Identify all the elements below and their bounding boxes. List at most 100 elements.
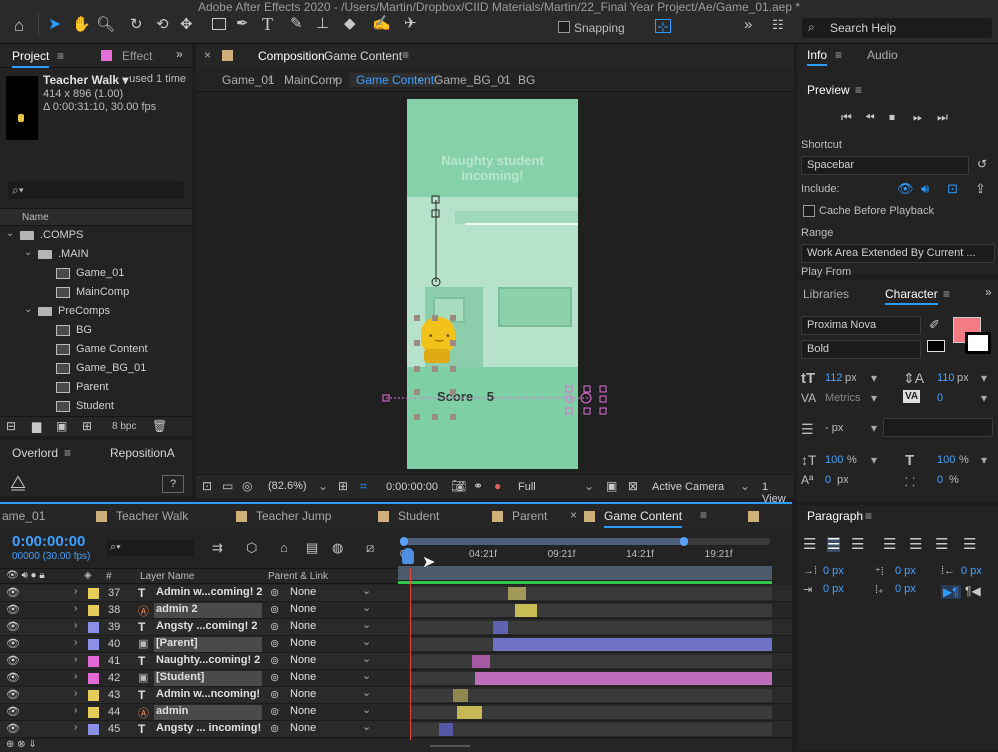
- stroke-style-dropdown[interactable]: [883, 418, 993, 437]
- layer-duration-bar[interactable]: [493, 621, 508, 634]
- parent-dropdown[interactable]: None ⌄: [290, 670, 374, 686]
- timeline-tab[interactable]: Teacher Walk: [96, 504, 206, 528]
- time-navigator[interactable]: [400, 537, 770, 546]
- chevron-right-icon[interactable]: ›: [74, 637, 77, 648]
- chevron-right-icon[interactable]: ›: [74, 705, 77, 716]
- justify-center-icon[interactable]: ☰: [909, 537, 922, 552]
- project-tree-item[interactable]: Student: [0, 397, 174, 416]
- kerning-value[interactable]: Metrics: [825, 392, 860, 404]
- chevron-down-icon[interactable]: ▾: [981, 391, 987, 405]
- include-video-icon[interactable]: 👁︎: [897, 182, 914, 195]
- align-center-icon[interactable]: ☰: [827, 537, 841, 552]
- layer-duration-bar[interactable]: [507, 587, 526, 600]
- horizontal-scale-value[interactable]: 100: [937, 454, 955, 466]
- frame-blending-icon[interactable]: ▤: [306, 541, 318, 554]
- last-frame-icon[interactable]: ⏭: [937, 111, 948, 123]
- project-tree-item[interactable]: MainComp: [0, 283, 174, 302]
- pickwhip-icon[interactable]: ⊚: [270, 620, 279, 633]
- timeline-timecode[interactable]: 0:00:00:00: [12, 533, 85, 550]
- timeline-layer-row[interactable]: 👁︎ › 42 ▣ [Student] ⊚ None ⌄: [0, 670, 792, 687]
- eye-icon[interactable]: 👁︎: [6, 671, 20, 684]
- stroke-color-swatch[interactable]: [965, 332, 991, 354]
- parent-dropdown[interactable]: None ⌄: [290, 602, 374, 618]
- layer-name[interactable]: Admin w...ncoming!: [154, 688, 262, 703]
- search-help-field[interactable]: ⌕ Search Help: [802, 18, 992, 38]
- layer-name[interactable]: admin 2: [154, 603, 262, 618]
- layer-duration-bar[interactable]: [471, 655, 490, 668]
- parent-dropdown[interactable]: None ⌄: [290, 653, 374, 669]
- help-button[interactable]: ?: [162, 475, 184, 493]
- type-tool-icon[interactable]: T: [262, 15, 273, 33]
- next-frame-icon[interactable]: ⏩︎: [913, 111, 923, 123]
- layer-track[interactable]: [410, 689, 772, 702]
- chevron-down-icon[interactable]: ⌄: [6, 228, 14, 239]
- mask-visibility-icon[interactable]: ⌗: [360, 480, 367, 492]
- selection-tool-icon[interactable]: ➤: [48, 17, 61, 33]
- eye-icon[interactable]: 👁︎: [6, 637, 20, 650]
- layer-name[interactable]: Naughty...coming! 2: [154, 654, 262, 669]
- time-ruler[interactable]: 0f04:21f09:21f14:21f19:21f ➤: [398, 534, 772, 586]
- reset-icon[interactable]: ↺: [977, 158, 987, 170]
- font-family-dropdown[interactable]: Proxima Nova: [801, 316, 921, 335]
- layer-name[interactable]: Admin w...coming! 2: [154, 586, 262, 601]
- clone-stamp-icon[interactable]: ⊥: [316, 16, 329, 31]
- export-icon[interactable]: ⇪: [975, 182, 986, 195]
- align-right-icon[interactable]: ☰: [851, 537, 864, 552]
- space-after-value[interactable]: 0 px: [895, 583, 916, 595]
- eyedropper-icon[interactable]: ✐: [929, 318, 940, 331]
- camera-snapshot-icon[interactable]: 📷︎: [451, 480, 466, 492]
- vertical-scale-value[interactable]: 100: [825, 454, 843, 466]
- space-before-value[interactable]: 0 px: [895, 565, 916, 577]
- close-icon[interactable]: ×: [570, 508, 577, 522]
- project-search-input[interactable]: ⌕▾: [8, 181, 184, 199]
- new-comp-icon[interactable]: ▣: [56, 420, 67, 432]
- composition-flowchart-icon[interactable]: ⇉: [212, 541, 223, 554]
- indent-left-value[interactable]: 0 px: [823, 565, 844, 577]
- tab-project[interactable]: Project: [12, 49, 50, 68]
- parent-dropdown[interactable]: None ⌄: [290, 704, 374, 720]
- layer-track[interactable]: [410, 723, 772, 736]
- timeline-layer-row[interactable]: 👁︎ › 38 Ⓐadmin 2 ⊚ None ⌄: [0, 602, 792, 619]
- timeline-layer-row[interactable]: 👁︎ › 43 T Admin w...ncoming! ⊚ None ⌄: [0, 687, 792, 704]
- layer-name[interactable]: [Student]: [154, 671, 262, 686]
- range-dropdown[interactable]: Work Area Extended By Current ...: [801, 244, 995, 263]
- playhead-handle[interactable]: [402, 548, 414, 564]
- tsume-value[interactable]: 0: [937, 474, 943, 486]
- timeline-tab[interactable]: Student: [378, 504, 488, 528]
- layer-label-color[interactable]: [88, 639, 99, 650]
- tab-effect[interactable]: Effect: [122, 49, 152, 63]
- chevron-down-icon[interactable]: ▾: [981, 453, 987, 467]
- layer-duration-bar[interactable]: [457, 706, 483, 719]
- pickwhip-icon[interactable]: ⊚: [270, 586, 279, 599]
- layer-duration-bar[interactable]: [438, 723, 454, 736]
- font-style-dropdown[interactable]: Bold: [801, 340, 921, 359]
- layer-name[interactable]: Angsty ...coming! 2: [154, 620, 262, 635]
- pickwhip-icon[interactable]: ⊚: [270, 671, 279, 684]
- project-tree-item[interactable]: ⌄ PreComps: [0, 302, 174, 321]
- puppet-pin-icon[interactable]: ✈: [404, 16, 417, 31]
- timeline-layer-row[interactable]: 👁︎ › 37 T Admin w...coming! 2 ⊚ None ⌄: [0, 585, 792, 602]
- tab-reposition[interactable]: RepositionA: [110, 446, 175, 460]
- pan-behind-icon[interactable]: ✥: [180, 17, 193, 32]
- snapping-checkbox[interactable]: [558, 21, 570, 33]
- font-size-value[interactable]: 112: [825, 372, 843, 384]
- chevron-down-icon[interactable]: ⌄: [24, 304, 32, 315]
- pickwhip-icon[interactable]: ⊚: [270, 722, 279, 735]
- layer-name[interactable]: admin: [154, 705, 262, 720]
- timeline-layer-row[interactable]: 👁︎ › 45 T Angsty ... incoming! ⊚ None ⌄: [0, 721, 792, 738]
- eye-icon[interactable]: 👁︎: [6, 722, 20, 735]
- layer-label-color[interactable]: [88, 724, 99, 735]
- include-audio-icon[interactable]: 🔊︎: [921, 182, 929, 195]
- parent-dropdown[interactable]: None ⌄: [290, 687, 374, 703]
- grid-icon[interactable]: ⊞: [338, 480, 348, 492]
- timeline-tab[interactable]: × Game Content ≡: [570, 504, 707, 528]
- chevron-down-icon[interactable]: ⌄: [24, 247, 32, 258]
- breadcrumb-item[interactable]: Game_BG_01: [434, 73, 511, 87]
- zoom-slider[interactable]: [430, 745, 470, 747]
- layer-label-color[interactable]: [88, 656, 99, 667]
- region-of-interest-icon[interactable]: ▣: [606, 480, 617, 492]
- eye-icon[interactable]: 👁︎: [6, 705, 20, 718]
- navigator-end-handle[interactable]: [680, 537, 688, 546]
- tab-audio[interactable]: Audio: [867, 48, 898, 62]
- chevron-right-icon[interactable]: ›: [74, 586, 77, 597]
